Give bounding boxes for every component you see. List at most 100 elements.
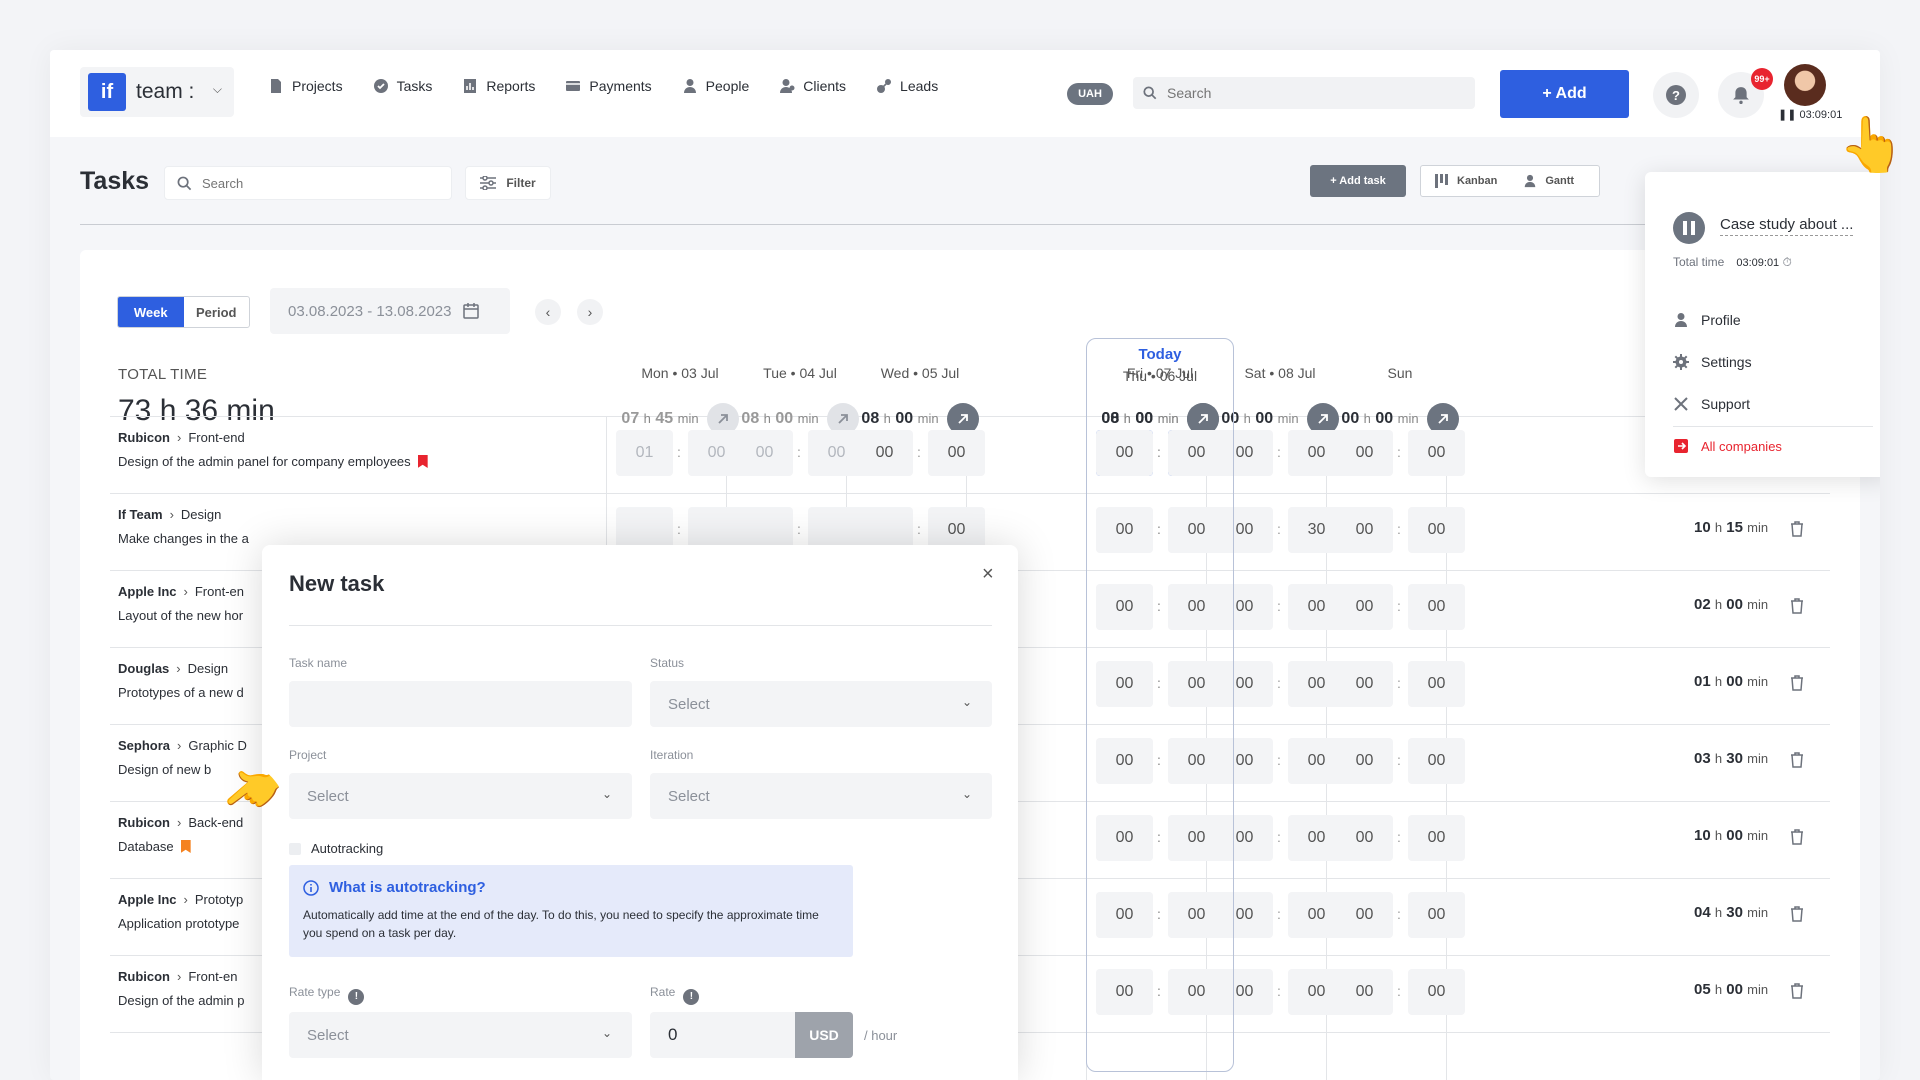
minutes-input[interactable]: 00 xyxy=(928,430,985,476)
nav-tasks[interactable]: Tasks xyxy=(373,78,432,94)
menu-item-support[interactable]: Support xyxy=(1673,396,1750,412)
add-button[interactable]: + Add xyxy=(1500,70,1629,118)
question-icon: ? xyxy=(1666,85,1686,105)
row-task[interactable]: Design of new b xyxy=(118,762,211,777)
hours-input[interactable]: 00 xyxy=(1336,507,1393,553)
delete-row-button[interactable] xyxy=(1790,598,1806,616)
task-search[interactable] xyxy=(164,166,452,200)
hours-input[interactable]: 00 xyxy=(1336,815,1393,861)
minutes-input[interactable]: 00 xyxy=(1408,969,1465,1015)
status-select[interactable]: Select ⌄ xyxy=(650,681,992,727)
notification-count-badge: 99+ xyxy=(1751,68,1773,90)
gantt-view-button[interactable]: Gantt xyxy=(1523,174,1574,188)
row-task[interactable]: Application prototype xyxy=(118,916,239,931)
time-separator: : xyxy=(1157,752,1161,768)
minutes-input[interactable]: 00 xyxy=(1408,507,1465,553)
hours-input[interactable]: 00 xyxy=(1096,815,1153,861)
task-search-input[interactable] xyxy=(202,175,432,191)
next-week-button[interactable]: › xyxy=(577,299,603,325)
hours-input[interactable]: 00 xyxy=(1336,892,1393,938)
hours-input[interactable]: 00 xyxy=(1216,584,1273,630)
team-switcher[interactable]: if team : ⌵ xyxy=(80,67,234,117)
kanban-view-button[interactable]: Kanban xyxy=(1435,174,1497,188)
row-task[interactable]: Design of the admin panel for company em… xyxy=(118,454,428,469)
add-task-button[interactable]: + Add task xyxy=(1310,165,1406,197)
current-task-link[interactable]: Case study about ... xyxy=(1720,216,1854,236)
hours-input[interactable]: 00 xyxy=(1336,969,1393,1015)
day-header: Wed • 05 Jul xyxy=(880,365,960,381)
delete-row-button[interactable] xyxy=(1790,906,1806,924)
menu-item-all-companies[interactable]: All companies xyxy=(1673,438,1782,454)
hours-input[interactable]: 00 xyxy=(1216,969,1273,1015)
currency-badge[interactable]: UAH xyxy=(1067,83,1113,105)
hours-input[interactable]: 00 xyxy=(1336,430,1393,476)
menu-item-settings[interactable]: Settings xyxy=(1673,354,1752,370)
minutes-input[interactable]: 00 xyxy=(1408,892,1465,938)
hours-input[interactable]: 00 xyxy=(1216,507,1273,553)
hours-input[interactable]: 00 xyxy=(736,430,793,476)
minutes-input[interactable]: 00 xyxy=(1408,815,1465,861)
help-icon[interactable]: ! xyxy=(683,988,700,1005)
hours-input[interactable]: 00 xyxy=(1096,969,1153,1015)
currency-select[interactable]: USD xyxy=(795,1012,853,1058)
hours-input[interactable]: 00 xyxy=(1216,892,1273,938)
task-name-input[interactable] xyxy=(289,681,632,727)
hours-input[interactable]: 00 xyxy=(1096,430,1153,476)
delete-row-button[interactable] xyxy=(1790,521,1806,539)
minutes-input[interactable]: 00 xyxy=(1408,584,1465,630)
row-task[interactable]: Make changes in the a xyxy=(118,531,249,546)
trash-icon xyxy=(1791,598,1803,614)
rate-type-select[interactable]: Select ⌄ xyxy=(289,1012,632,1058)
nav-leads[interactable]: Leads xyxy=(876,78,938,94)
close-icon[interactable]: × xyxy=(982,563,994,586)
prev-week-button[interactable]: ‹ xyxy=(535,299,561,325)
minutes-input[interactable]: 00 xyxy=(1408,738,1465,784)
hours-input[interactable]: 00 xyxy=(1336,661,1393,707)
row-task[interactable]: Layout of the new hor xyxy=(118,608,243,623)
help-button[interactable]: ? xyxy=(1653,72,1699,118)
global-search-input[interactable] xyxy=(1167,85,1447,101)
avatar[interactable] xyxy=(1784,64,1826,106)
hours-input[interactable]: 00 xyxy=(1336,584,1393,630)
hours-input[interactable]: 00 xyxy=(856,430,913,476)
help-icon[interactable]: ! xyxy=(348,988,365,1005)
project-select[interactable]: Select ⌄ xyxy=(289,773,632,819)
global-search[interactable] xyxy=(1133,77,1475,109)
period-tab[interactable]: Period xyxy=(184,297,250,327)
hours-input[interactable]: 00 xyxy=(1096,661,1153,707)
filter-button[interactable]: Filter xyxy=(465,166,551,200)
row-task[interactable]: Database xyxy=(118,839,191,854)
running-timer[interactable]: ❚❚ 03:09:01 xyxy=(1778,108,1842,121)
hours-input[interactable]: 01 xyxy=(616,430,673,476)
minutes-input[interactable]: 00 xyxy=(1408,430,1465,476)
row-task[interactable]: Design of the admin p xyxy=(118,993,244,1008)
iteration-select[interactable]: Select ⌄ xyxy=(650,773,992,819)
delete-row-button[interactable] xyxy=(1790,752,1806,770)
hours-input[interactable]: 00 xyxy=(1096,738,1153,784)
nav-reports[interactable]: Reports xyxy=(462,78,535,94)
delete-row-button[interactable] xyxy=(1790,675,1806,693)
nav-payments[interactable]: Payments xyxy=(565,78,652,94)
row-task[interactable]: Prototypes of a new d xyxy=(118,685,244,700)
select-placeholder: Select xyxy=(307,787,349,805)
hours-input[interactable]: 00 xyxy=(1216,815,1273,861)
hours-input[interactable]: 00 xyxy=(1216,661,1273,707)
week-tab[interactable]: Week xyxy=(118,297,184,327)
delete-row-button[interactable] xyxy=(1790,829,1806,847)
hours-input[interactable]: 00 xyxy=(1096,584,1153,630)
hours-input[interactable]: 00 xyxy=(1216,738,1273,784)
minutes-input[interactable]: 00 xyxy=(1408,661,1465,707)
hours-input[interactable]: 00 xyxy=(1216,430,1273,476)
menu-item-profile[interactable]: Profile xyxy=(1673,312,1741,328)
nav-projects[interactable]: Projects xyxy=(268,78,343,94)
hours-input[interactable]: 00 xyxy=(1096,892,1153,938)
date-range-picker[interactable]: 03.08.2023 - 13.08.2023 xyxy=(270,288,510,334)
rate-input[interactable]: 0 xyxy=(650,1012,795,1058)
delete-row-button[interactable] xyxy=(1790,983,1806,1001)
hours-input[interactable]: 00 xyxy=(1096,507,1153,553)
nav-people[interactable]: People xyxy=(682,78,749,94)
autotracking-checkbox[interactable] xyxy=(289,842,301,855)
nav-clients[interactable]: Clients xyxy=(779,78,846,94)
pause-timer-button[interactable] xyxy=(1673,212,1705,244)
hours-input[interactable]: 00 xyxy=(1336,738,1393,784)
